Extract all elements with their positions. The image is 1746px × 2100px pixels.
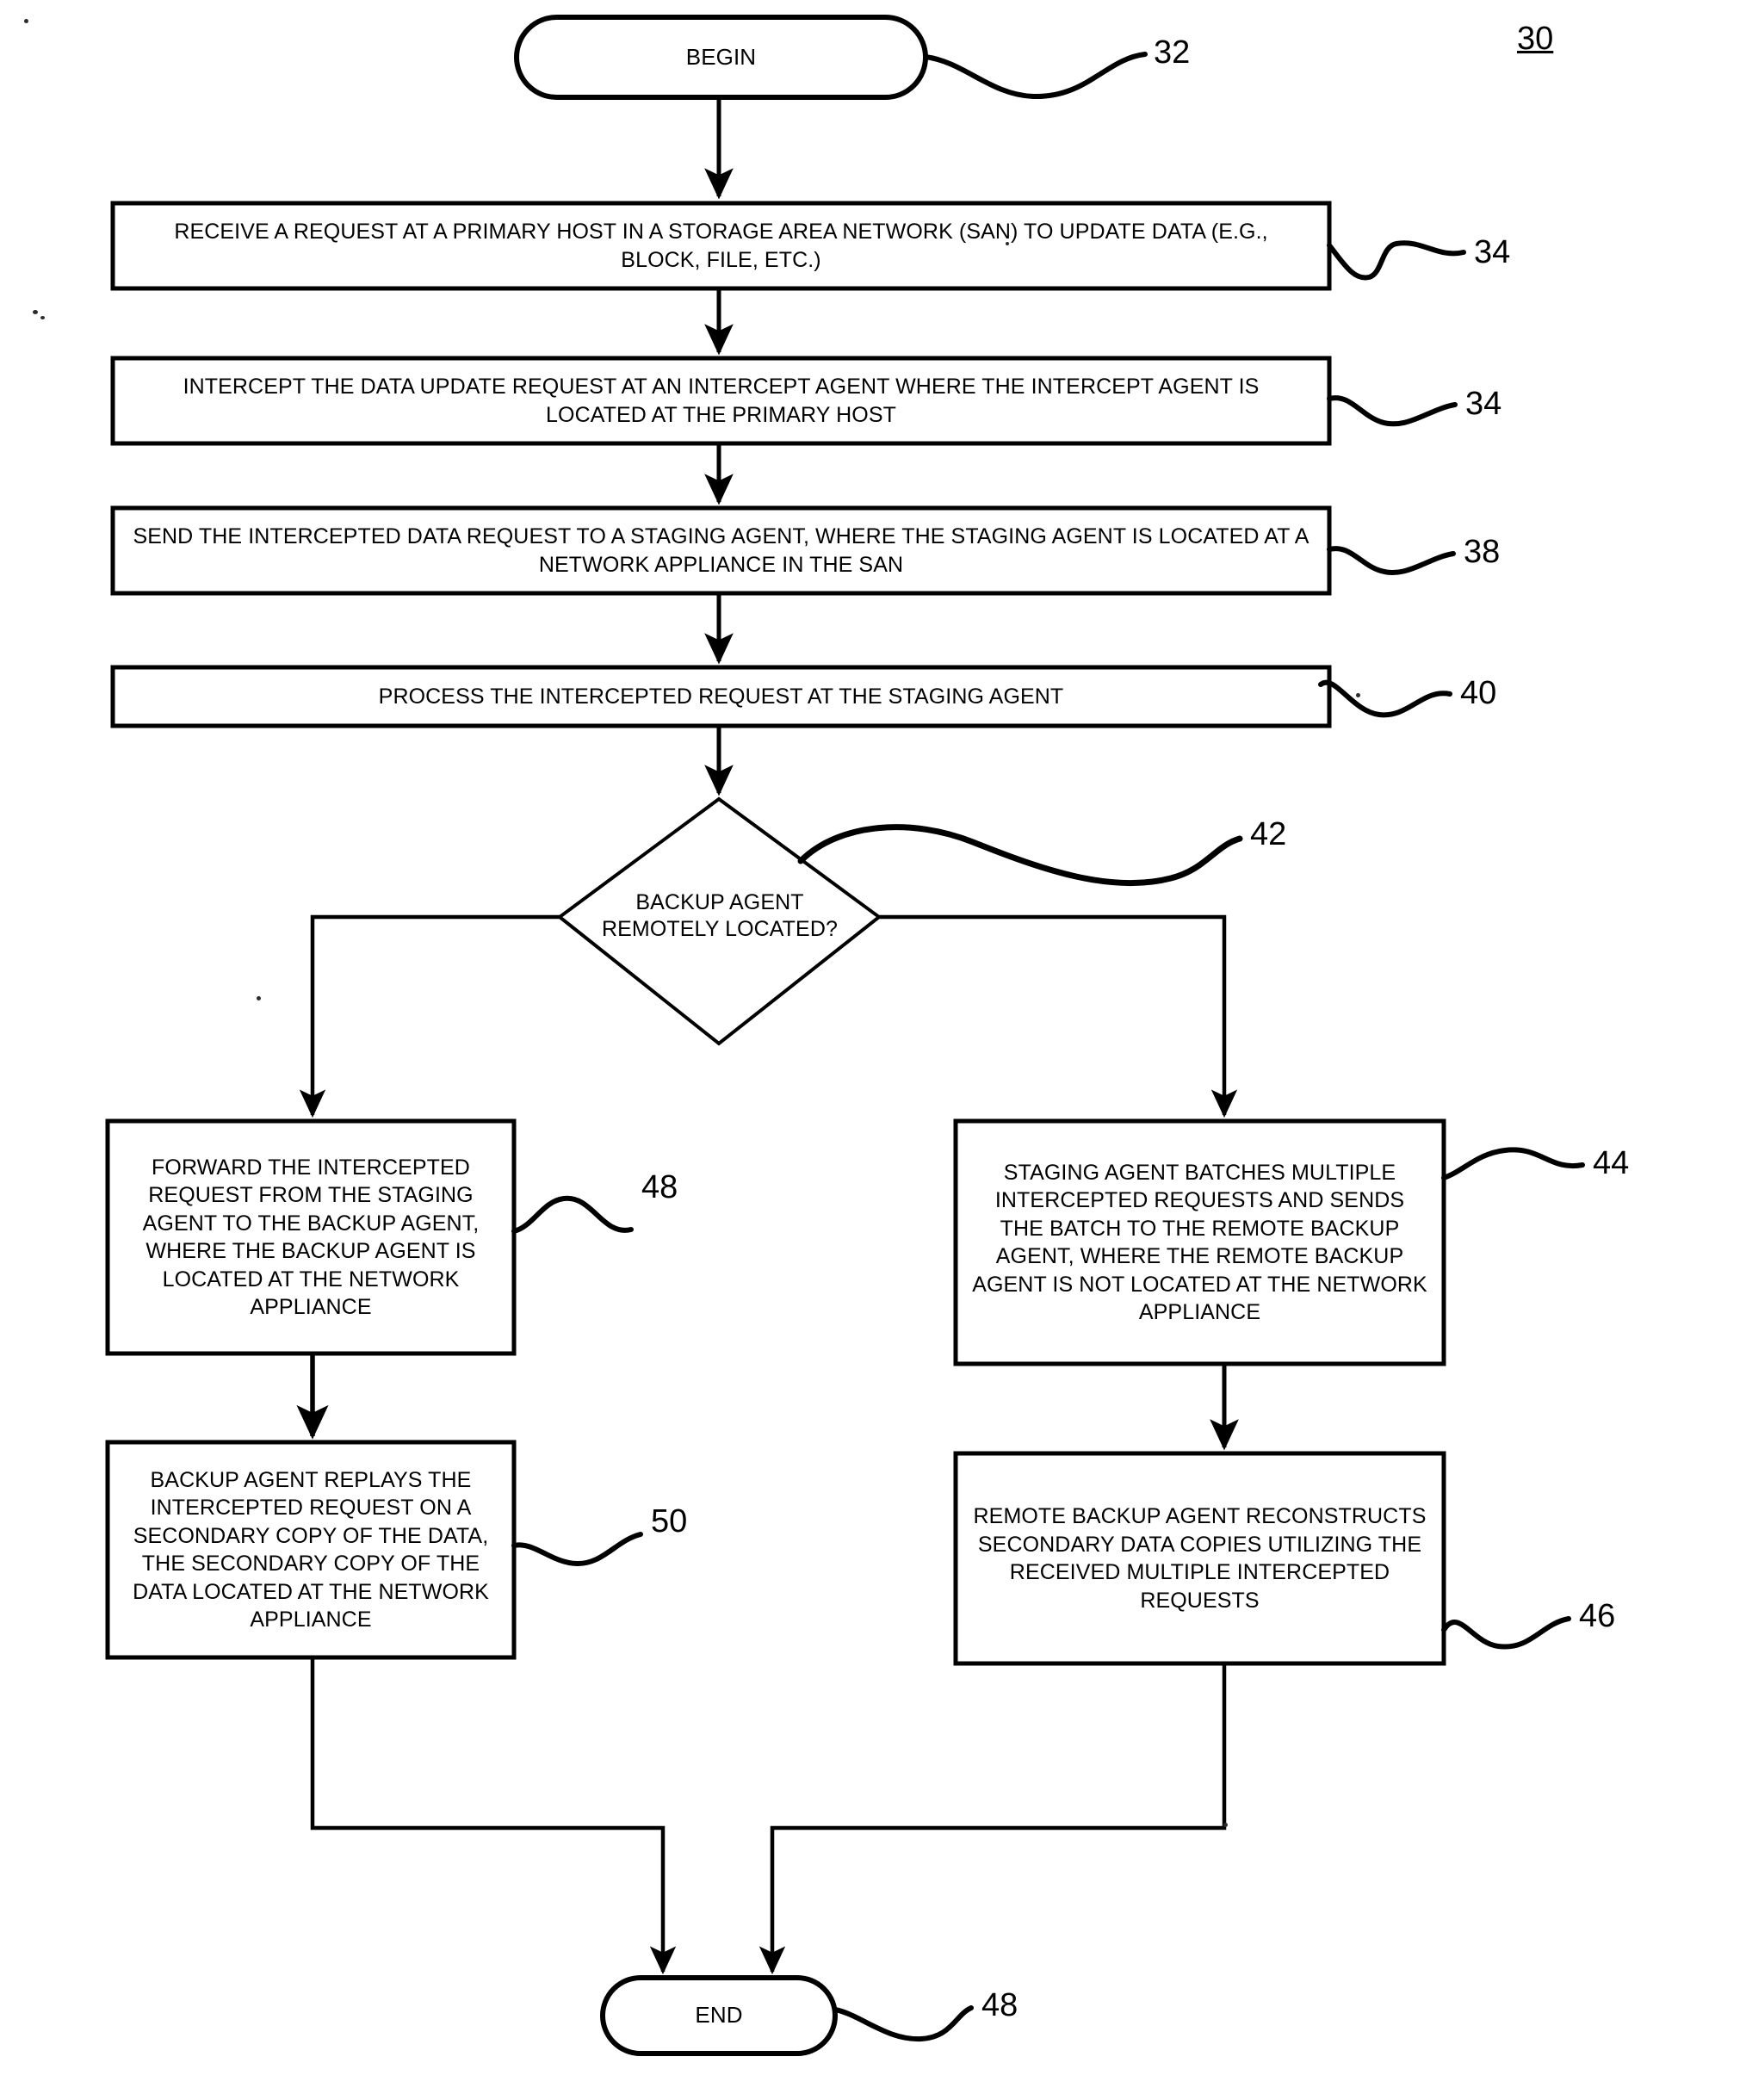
ref-numeral-begin: 32 xyxy=(1154,34,1191,71)
connector-left2-to-end xyxy=(310,1657,677,1975)
ref-numeral-right2: 46 xyxy=(1579,1598,1616,1634)
ref-numeral-decision: 42 xyxy=(1250,816,1287,852)
right2-box-shape xyxy=(953,1451,1446,1666)
leader-line-step1-34 xyxy=(1327,240,1466,281)
right1-box-shape xyxy=(953,1118,1446,1366)
connector-decision-to-right1 xyxy=(879,914,1238,1118)
scan-speck xyxy=(24,19,28,23)
leader-line-left1-48 xyxy=(511,1195,634,1234)
ref-numeral-step4: 40 xyxy=(1460,675,1497,711)
leader-line-left2-50 xyxy=(511,1532,643,1567)
ref-numeral-end: 48 xyxy=(981,1987,1018,2023)
ref-numeral-left2: 50 xyxy=(651,1503,688,1539)
leader-line-begin-32 xyxy=(923,52,1148,100)
scan-speck xyxy=(1223,1823,1228,1827)
left1-box-shape xyxy=(105,1118,517,1356)
leader-line-step3-38 xyxy=(1327,546,1456,575)
ref-numeral-step2: 34 xyxy=(1465,386,1502,422)
connector-decision-to-left1 xyxy=(299,914,560,1118)
leader-line-step4-40 xyxy=(1318,679,1452,718)
leader-line-right2-46 xyxy=(1441,1616,1571,1650)
scan-speck xyxy=(1006,242,1009,245)
scan-speck xyxy=(257,996,261,1000)
leader-line-end-48 xyxy=(833,2005,974,2042)
scan-speck xyxy=(33,310,38,314)
scan-speck xyxy=(40,316,45,319)
leader-line-decision-42 xyxy=(797,824,1243,887)
patent-figure-flowchart: BEGIN RECEIVE A REQUEST AT A PRIMARY HOS… xyxy=(0,0,1746,2100)
step2-box-shape xyxy=(110,356,1332,446)
decision-diamond-shape xyxy=(556,796,882,1046)
step3-box-shape xyxy=(110,505,1332,596)
end-terminator-shape xyxy=(600,1975,838,2056)
leader-line-step2-34 xyxy=(1327,395,1458,427)
step1-box-shape xyxy=(110,201,1332,291)
scan-speck xyxy=(1356,693,1360,697)
leader-line-right1-44 xyxy=(1441,1147,1585,1180)
flowchart-canvas xyxy=(105,15,1585,2056)
ref-numeral-step1: 34 xyxy=(1474,234,1511,270)
connector-right2-to-end xyxy=(758,1663,1227,1975)
step4-box-shape xyxy=(110,665,1332,728)
left2-box-shape xyxy=(105,1440,517,1660)
ref-numeral-step3: 38 xyxy=(1464,534,1501,570)
ref-numeral-right1: 44 xyxy=(1593,1145,1630,1181)
begin-terminator-shape xyxy=(514,15,928,100)
figure-number-label: 30 xyxy=(1517,21,1554,57)
ref-numeral-left1: 48 xyxy=(641,1169,678,1205)
